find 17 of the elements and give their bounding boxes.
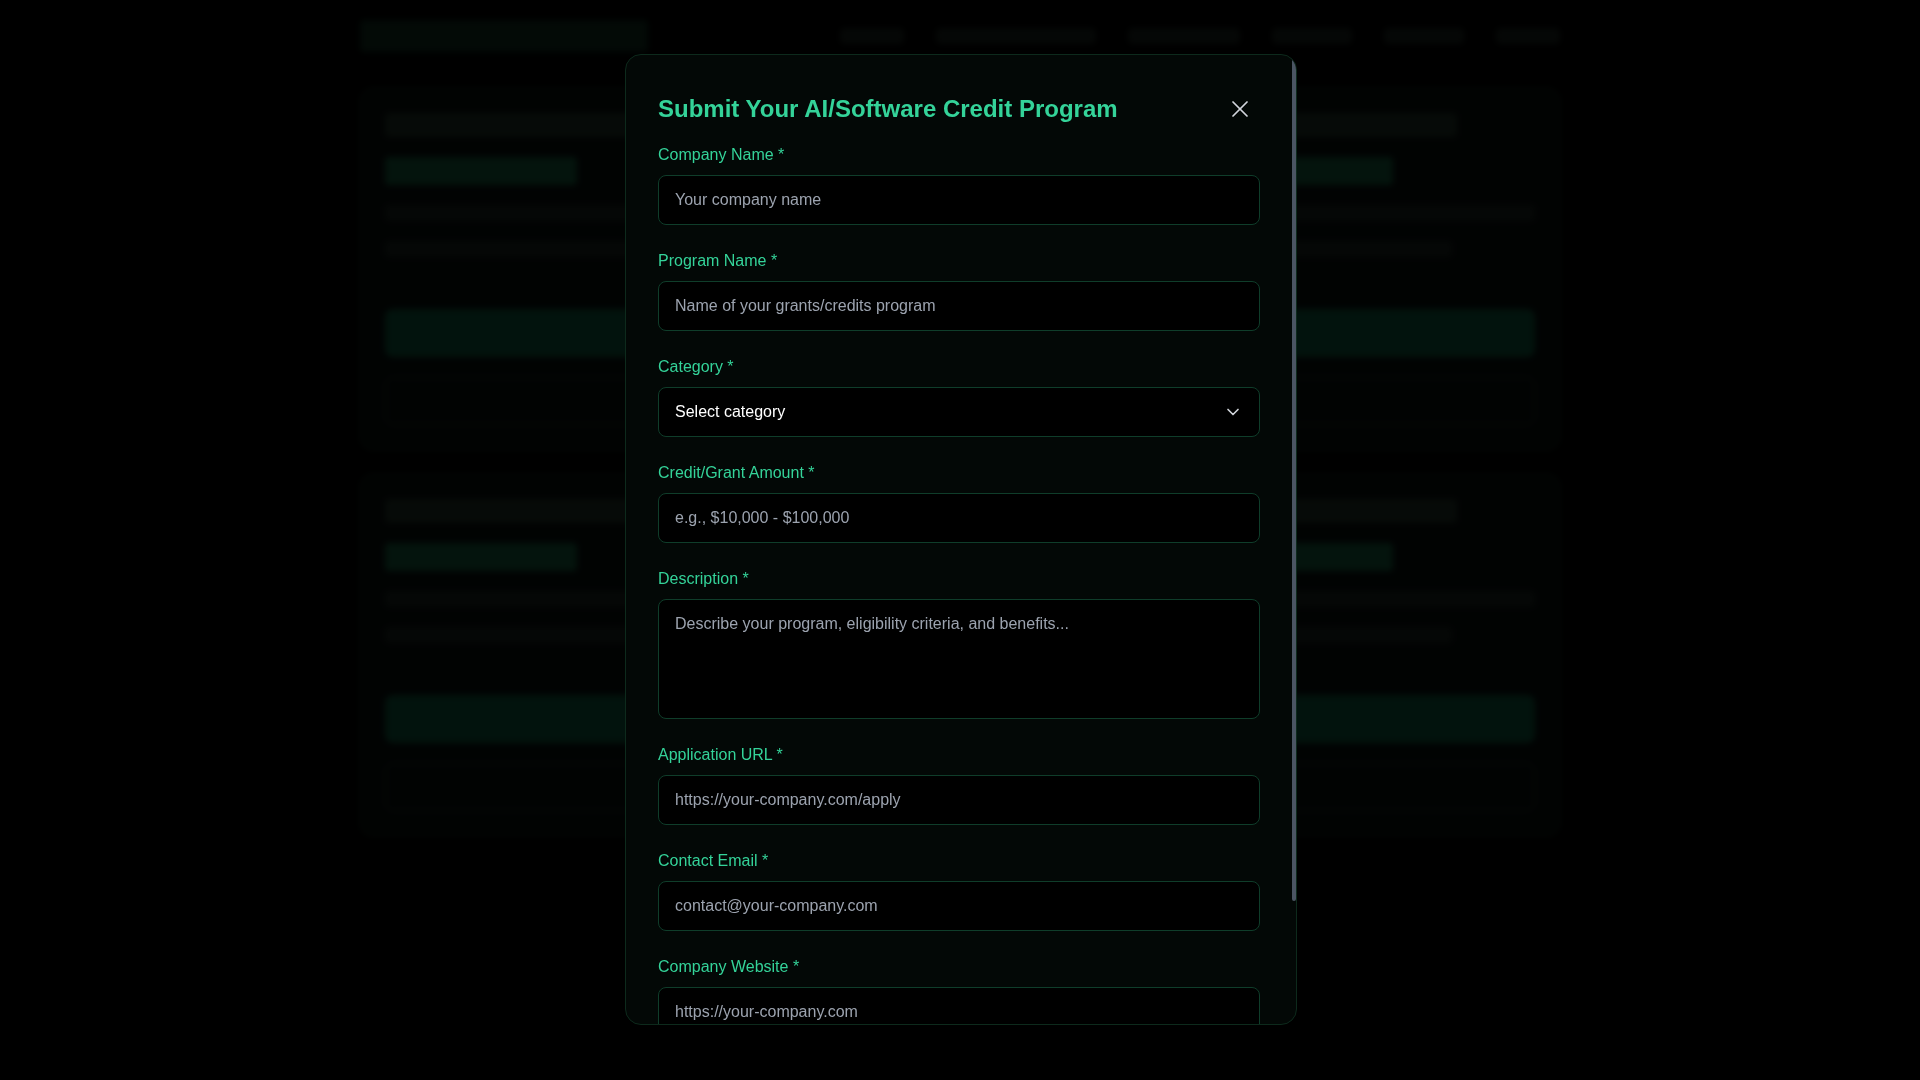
field-label: Company Website * [658, 957, 801, 977]
text-field[interactable]: contact@your-company.com [658, 881, 1260, 931]
field-label: Company Name * [658, 145, 786, 165]
text-area[interactable]: Describe your program, eligibility criteria, and benefits... [658, 599, 1260, 719]
text-field[interactable]: Name of your grants/credits program [658, 281, 1260, 331]
dialog-title: Submit Your AI/Software Credit Program [658, 94, 1118, 124]
text-field[interactable]: Your company name [658, 175, 1260, 225]
text-field[interactable]: e.g., $10,000 - $100,000 [658, 493, 1260, 543]
text-field[interactable]: https://your-company.com/apply [658, 775, 1260, 825]
text-field[interactable]: https://your-company.com [658, 987, 1260, 1024]
field-label: Category * [658, 357, 735, 377]
field-label: Program Name * [658, 251, 779, 271]
field-label: Description * [658, 569, 750, 589]
category-dropdown[interactable]: Select category [658, 387, 1260, 437]
field-label: Credit/Grant Amount * [658, 463, 816, 483]
field-label: Application URL * [658, 745, 784, 765]
field-label: Contact Email * [658, 851, 770, 871]
